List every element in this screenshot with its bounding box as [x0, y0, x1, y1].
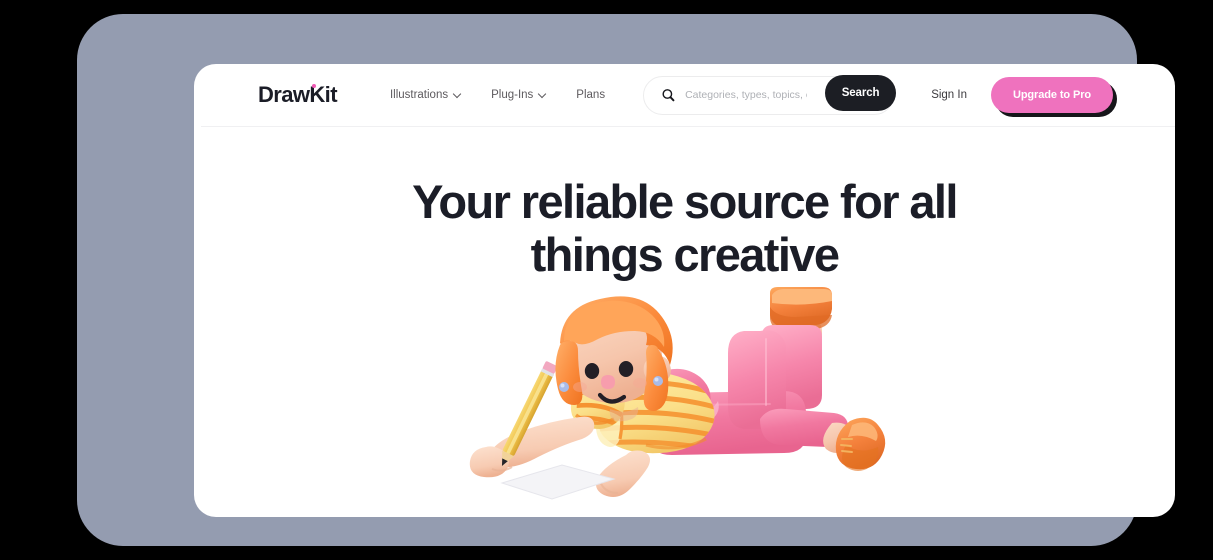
- girl-drawing-3d-illustration: [469, 287, 885, 500]
- header-actions: Sign In Upgrade to Pro: [931, 77, 1175, 113]
- nav-item-plugins[interactable]: Plug-Ins: [491, 89, 547, 101]
- site-header: DrawKit Illustrations Plug-Ins Plans Cat…: [194, 64, 1175, 127]
- device-frame: DrawKit Illustrations Plug-Ins Plans Cat…: [77, 14, 1175, 546]
- hero-section: Your reliable source for all things crea…: [194, 126, 1175, 502]
- nav-item-label: Plans: [576, 89, 606, 101]
- nav-item-plans[interactable]: Plans: [576, 89, 605, 101]
- upgrade-to-pro-button[interactable]: Upgrade to Pro: [991, 77, 1113, 113]
- header-divider: [201, 126, 1175, 127]
- brand-logo-dot-icon: [312, 84, 316, 88]
- nav-item-illustrations[interactable]: Illustrations: [390, 89, 462, 101]
- sign-in-link[interactable]: Sign In: [931, 89, 967, 101]
- brand-logo-text: DrawKit: [258, 82, 338, 107]
- hero-illustration-wrap: [194, 287, 1175, 502]
- screenshot-canvas: DrawKit Illustrations Plug-Ins Plans Cat…: [0, 0, 1213, 560]
- search-input[interactable]: [685, 89, 808, 101]
- page-title-line-1: Your reliable source for all: [412, 175, 958, 228]
- chevron-down-icon: [454, 90, 462, 98]
- search-icon: [662, 88, 675, 101]
- browser-page: DrawKit Illustrations Plug-Ins Plans Cat…: [194, 64, 1175, 517]
- page-title: Your reliable source for all things crea…: [375, 175, 995, 281]
- main-nav: Illustrations Plug-Ins Plans: [390, 89, 605, 101]
- brand-logo[interactable]: DrawKit: [258, 82, 338, 108]
- nav-item-label: Plug-Ins: [491, 89, 534, 101]
- nav-item-label: Illustrations: [389, 89, 449, 101]
- chevron-down-icon: [539, 90, 547, 98]
- search-bar[interactable]: Search: [643, 74, 897, 115]
- search-button[interactable]: Search: [825, 74, 897, 111]
- page-title-line-2: things creative: [530, 227, 840, 281]
